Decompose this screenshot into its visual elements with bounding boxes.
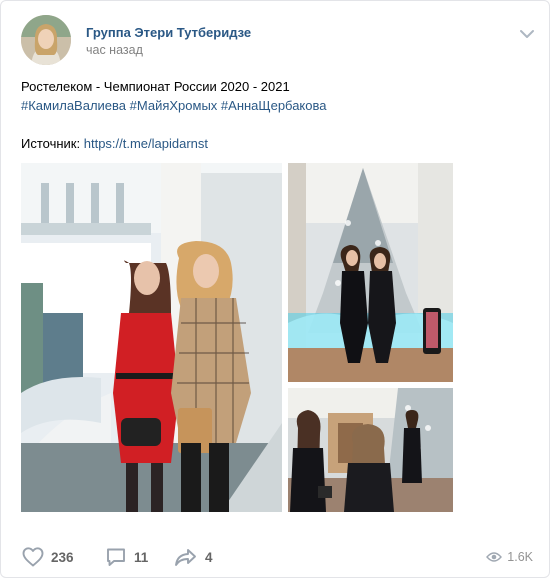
post-header: Группа Этери Тутберидзе час назад	[21, 15, 534, 67]
views-counter: 1.6K	[486, 539, 533, 575]
author-avatar[interactable]	[21, 15, 71, 65]
hashtags: #КамилаВалиева #МайяХромых #АннаЩербаков…	[21, 96, 531, 115]
views-count: 1.6K	[507, 550, 533, 564]
hashtag[interactable]: #АннаЩербакова	[221, 98, 327, 113]
post-actions: 236 11 4 1.6K	[21, 539, 533, 575]
eye-icon	[486, 552, 503, 562]
photo-audience[interactable]	[288, 388, 453, 512]
comment-count: 11	[134, 549, 149, 565]
photo-main[interactable]	[21, 163, 282, 512]
post-time[interactable]: час назад	[86, 43, 143, 57]
comment-button[interactable]: 11	[104, 539, 148, 575]
hashtag[interactable]: #КамилаВалиева	[21, 98, 126, 113]
author-name[interactable]: Группа Этери Тутберидзе	[86, 25, 251, 40]
like-count: 236	[51, 549, 74, 565]
comment-icon	[107, 548, 125, 566]
source-line: Источник: https://t.me/lapidarnst	[21, 134, 531, 153]
post-text: Ростелеком - Чемпионат России 2020 - 202…	[21, 77, 531, 153]
photo-christmas-tree[interactable]	[288, 163, 453, 382]
source-label: Источник:	[21, 136, 81, 151]
chevron-down-icon[interactable]	[517, 27, 537, 41]
share-count: 4	[205, 549, 213, 565]
wall-post: Группа Этери Тутберидзе час назад Ростел…	[0, 0, 550, 578]
hashtag[interactable]: #МайяХромых	[130, 98, 218, 113]
share-arrow-icon	[175, 549, 196, 566]
share-button[interactable]: 4	[173, 539, 213, 575]
source-link[interactable]: https://t.me/lapidarnst	[84, 136, 208, 151]
post-title-line: Ростелеком - Чемпионат России 2020 - 202…	[21, 79, 290, 94]
heart-icon	[22, 547, 44, 567]
like-button[interactable]: 236	[21, 539, 74, 575]
